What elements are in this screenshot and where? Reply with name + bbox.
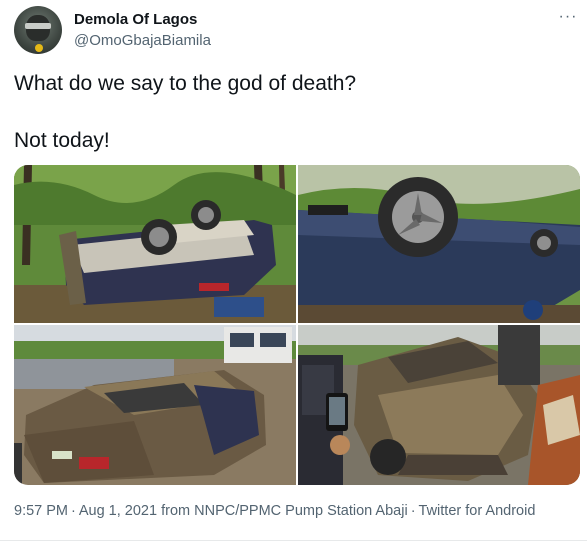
photo-2[interactable]	[298, 165, 580, 323]
author-handle[interactable]: @OmoGbajaBiamila	[74, 32, 211, 49]
media-grid	[14, 165, 580, 485]
photo-2-image	[298, 165, 580, 323]
tweet-text-line-1: What do we say to the god of death?	[14, 72, 357, 95]
author-display-name[interactable]: Demola Of Lagos	[74, 11, 197, 28]
photo-3-image	[14, 325, 296, 485]
bottom-divider	[0, 540, 587, 541]
tweet-card: Demola Of Lagos @OmoGbajaBiamila ··· Wha…	[0, 0, 587, 543]
more-options-icon[interactable]: ···	[556, 8, 580, 26]
photo-4-image	[298, 325, 580, 485]
photo-1-image	[14, 165, 296, 323]
avatar-badge	[35, 44, 43, 52]
tweet-timestamp-date[interactable]: Aug 1, 2021	[79, 503, 157, 519]
photo-1[interactable]	[14, 165, 296, 323]
tweet-client[interactable]: Twitter for Android	[419, 503, 536, 519]
photo-4[interactable]	[298, 325, 580, 485]
meta-separator: ·	[71, 503, 76, 519]
tweet-metadata: 9:57 PM · Aug 1, 2021 from NNPC/PPMC Pump …	[14, 503, 535, 519]
avatar-band	[25, 23, 51, 29]
tweet-text-line-2: Not today!	[14, 129, 110, 152]
photo-3[interactable]	[14, 325, 296, 485]
tweet-timestamp-time[interactable]: 9:57 PM	[14, 503, 68, 519]
profile-avatar[interactable]	[14, 6, 62, 54]
tweet-location[interactable]: from NNPC/PPMC Pump Station Abaji	[161, 503, 408, 519]
meta-separator: ·	[410, 503, 416, 519]
